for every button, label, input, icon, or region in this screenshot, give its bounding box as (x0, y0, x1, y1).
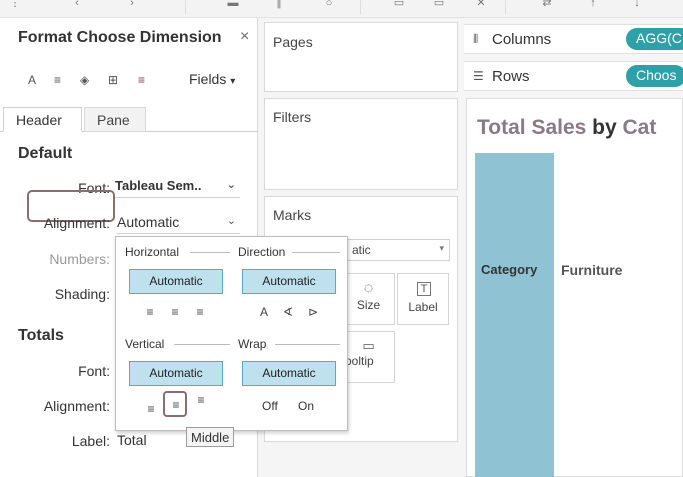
back-icon[interactable]: ‹ (70, 0, 84, 9)
direction-automatic-button[interactable]: Automatic (242, 269, 336, 294)
vertical-heading: Vertical (125, 337, 165, 351)
borders-tool-icon[interactable]: ⊞ (108, 73, 118, 87)
wrap-automatic-button[interactable]: Automatic (242, 361, 336, 386)
size-button[interactable]: ◌ Size (343, 273, 395, 325)
tooltip-label: ooltip (345, 354, 374, 368)
chevron-down-icon: ⌄ (226, 215, 236, 227)
section-default: Default (18, 145, 73, 162)
size-label: Size (356, 298, 381, 312)
direction-rotate-right-icon[interactable]: ⊳ (306, 305, 320, 319)
numbers-label: Numbers: (49, 251, 110, 267)
totals-label-input[interactable]: Total (117, 432, 185, 452)
title-part1: Total Sales (477, 116, 587, 139)
chevron-down-icon: ▾ (230, 76, 236, 87)
columns-label: Columns (492, 31, 552, 48)
rows-label: Rows (492, 68, 530, 85)
wrap-on-option[interactable]: On (298, 399, 314, 413)
align-left-icon[interactable]: ≡ (143, 305, 157, 319)
shading-tool-icon[interactable]: ◈ (80, 73, 89, 87)
totals-label-label: Label: (71, 433, 110, 449)
mark-type-value: atic (352, 243, 371, 257)
filters-shelf[interactable]: Filters (264, 98, 458, 190)
title-part2: by (586, 116, 623, 139)
vertical-automatic-button[interactable]: Automatic (129, 361, 223, 386)
alignment-popup: Horizontal Direction Automatic Automatic… (115, 236, 348, 431)
middle-highlight (163, 391, 187, 417)
sort-desc-icon[interactable]: ↓ (630, 0, 644, 9)
forward-icon[interactable]: › (125, 0, 139, 9)
align-center-icon[interactable]: ≡ (168, 305, 182, 319)
title-part3: Cat (622, 116, 657, 139)
filters-title: Filters (273, 109, 312, 125)
tooltip-button[interactable]: ▭ ooltip (343, 331, 395, 383)
category-value[interactable]: Furniture (561, 262, 622, 278)
align-right-icon[interactable]: ≡ (193, 305, 207, 319)
totals-font-label: Font: (78, 363, 110, 379)
shading-label: Shading: (54, 286, 110, 302)
totals-label-value: Total (117, 432, 147, 448)
label-button[interactable]: T Label (397, 273, 449, 325)
duplicate-icon[interactable]: ▭ (432, 0, 446, 9)
close-icon[interactable]: × (240, 28, 249, 46)
tab-header[interactable]: Header (3, 107, 82, 132)
swap-icon[interactable]: ⇄ (540, 0, 554, 9)
sort-asc-icon[interactable]: ↑ (586, 0, 600, 9)
alignment-select-value: Automatic (117, 214, 180, 230)
font-select-value: Tableau Sem.. (115, 178, 202, 193)
wrap-heading: Wrap (238, 337, 267, 351)
chevron-down-icon: ⌄ (226, 179, 236, 191)
clear-sheet-icon[interactable]: ✕ (474, 0, 488, 9)
pause-icon[interactable]: ∥ (272, 0, 286, 9)
size-icon: ◌ (363, 280, 374, 297)
font-select[interactable]: Tableau Sem.. ⌄ (115, 178, 240, 198)
rows-shelf[interactable]: ☰ Rows Choos (464, 61, 683, 91)
toolbar-icon[interactable]: ⋮ (8, 0, 22, 9)
refresh-icon[interactable]: ○ (322, 0, 336, 9)
section-totals: Totals (18, 327, 64, 344)
horizontal-automatic-button[interactable]: Automatic (129, 269, 223, 294)
label-icon: T (417, 282, 431, 296)
valign-top-icon[interactable]: ≡ (194, 393, 208, 407)
columns-icon: ⦀ (473, 32, 479, 46)
pages-shelf[interactable]: Pages (264, 22, 458, 92)
fields-label: Fields (189, 71, 227, 87)
new-worksheet-icon[interactable]: ▭ (392, 0, 406, 9)
tab-pane[interactable]: Pane (84, 107, 146, 132)
font-tool-icon[interactable]: A (28, 73, 36, 87)
direction-rotate-left-icon[interactable]: ∢ (281, 305, 295, 319)
category-header: Category (481, 262, 538, 277)
fields-dropdown[interactable]: Fields ▾ (189, 71, 235, 87)
columns-shelf[interactable]: ⦀ Columns AGG(C (464, 24, 683, 54)
new-datasource-icon[interactable]: ▬ (226, 0, 240, 9)
format-pane-title: Format Choose Dimension (18, 29, 222, 46)
rows-icon: ☰ (473, 69, 484, 83)
columns-pill[interactable]: AGG(C (626, 28, 683, 50)
alignment-select[interactable]: Automatic ⌄ (117, 214, 240, 234)
direction-up-icon[interactable]: A (257, 305, 271, 319)
category-header-column[interactable] (475, 153, 554, 477)
pages-title: Pages (273, 34, 313, 50)
wrap-off-option[interactable]: Off (262, 399, 278, 413)
middle-tooltip: Middle (186, 427, 235, 447)
alignment-tool-icon[interactable]: ≡ (54, 73, 61, 87)
lines-tool-icon[interactable]: ≡ (138, 73, 145, 87)
marks-title: Marks (273, 207, 312, 223)
horizontal-heading: Horizontal (125, 245, 180, 259)
valign-bottom-icon[interactable]: ≡ (144, 402, 158, 416)
viz-title: Total Sales by Cat (477, 116, 656, 140)
label-label: Label (408, 300, 438, 314)
tooltip-icon: ▭ (362, 338, 375, 353)
toolbar: ⋮ ‹ › ▬ ∥ ○ ▭ ▭ ✕ ⇄ ↑ ↓ (0, 0, 683, 18)
alignment-label: Alignment: (43, 215, 110, 231)
direction-heading: Direction (238, 245, 286, 259)
mark-type-select[interactable]: atic ▾ (345, 239, 450, 261)
totals-alignment-label: Alignment: (43, 398, 110, 414)
chevron-down-icon: ▾ (439, 243, 444, 253)
rows-pill[interactable]: Choos (626, 65, 683, 87)
